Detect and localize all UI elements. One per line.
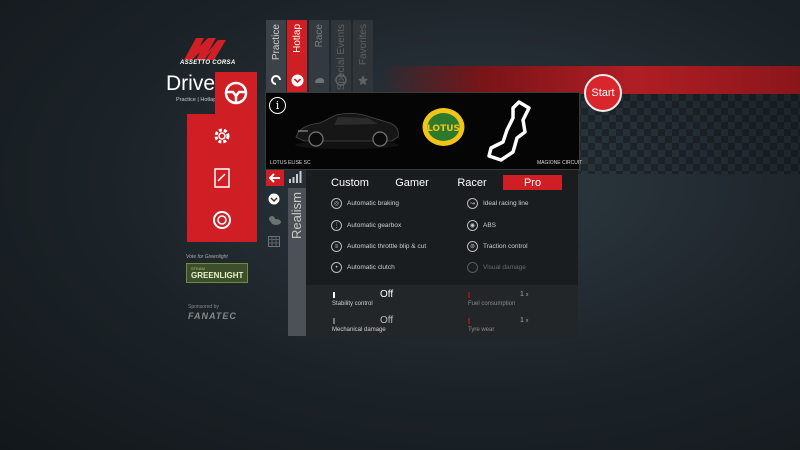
option-automatic-clutch[interactable]: • Automatic clutch <box>331 262 395 273</box>
option-automatic-throttle[interactable]: ≡ Automatic throttle blip & cut <box>331 241 426 252</box>
vote-text: Vote for Greenlight <box>186 254 228 260</box>
stability-slider-handle[interactable] <box>333 292 335 298</box>
brake-icon: ◎ <box>331 198 342 209</box>
info-icon[interactable]: i <box>269 97 286 114</box>
notepad-icon <box>214 168 230 188</box>
drive-steering-button[interactable] <box>215 72 257 114</box>
tab-practice-label: Practice <box>270 24 282 61</box>
stability-value: Off <box>380 289 394 300</box>
traction-icon: ⊜ <box>467 241 478 252</box>
tyre-label: Tyre wear <box>468 327 495 333</box>
preset-custom[interactable]: Custom <box>324 175 376 190</box>
results-button[interactable] <box>187 156 257 200</box>
tab-hotlap-label: Hotlap <box>291 24 303 53</box>
fuel-value: 1 x <box>520 291 528 298</box>
tyre-slider-handle[interactable] <box>468 318 470 324</box>
mechanical-value: Off <box>380 315 394 326</box>
option-automatic-gearbox[interactable]: ⋮ Automatic gearbox <box>331 220 401 231</box>
option-label: Traction control <box>483 243 528 250</box>
car-name: LOTUS ELISE SC <box>270 160 311 166</box>
tyre-value-unit: x <box>525 318 529 324</box>
gear-icon <box>214 128 230 144</box>
calendar-icon[interactable] <box>268 235 280 247</box>
option-label: Automatic gearbox <box>347 222 402 229</box>
stability-label: Stability control <box>332 301 373 307</box>
option-visual-damage[interactable]: ◌ Visual damage <box>467 262 526 273</box>
special-events-icon <box>333 72 349 88</box>
sponsor-logo: FANATEC <box>188 311 237 321</box>
option-label: ABS <box>483 222 497 229</box>
page-title: Drive <box>166 72 216 95</box>
setup-button[interactable] <box>187 114 257 158</box>
car-image[interactable] <box>292 107 402 151</box>
preset-gamer[interactable]: Gamer <box>388 175 436 190</box>
tab-race-label: Race <box>313 24 325 48</box>
target-icon <box>213 211 231 229</box>
option-label: Automatic throttle blip & cut <box>347 243 427 250</box>
start-button[interactable]: Start <box>584 74 622 112</box>
option-label: Automatic braking <box>347 200 400 207</box>
svg-text:LOTUS: LOTUS <box>427 124 460 134</box>
option-automatic-braking[interactable]: ◎ Automatic braking <box>331 198 399 209</box>
lotus-logo: LOTUS <box>422 108 465 146</box>
preset-pro[interactable]: Pro <box>503 175 562 190</box>
chevron-down-icon[interactable] <box>268 193 280 205</box>
fuel-slider-handle[interactable] <box>468 292 470 298</box>
hotlap-chevron-icon <box>289 72 305 88</box>
throttle-icon: ≡ <box>331 241 342 252</box>
preset-racer[interactable]: Racer <box>448 175 496 190</box>
mechanical-label: Mechanical damage <box>332 327 386 333</box>
fuel-value-unit: x <box>525 292 529 298</box>
brand-text: ASSETTO CORSA <box>180 60 236 66</box>
tab-favorites-label: Favorites <box>357 24 369 66</box>
option-label: Ideal racing line <box>483 200 529 207</box>
favorites-icon <box>355 72 371 88</box>
options-button[interactable] <box>187 198 257 242</box>
fuel-value-number: 1 <box>520 291 524 298</box>
back-arrow-icon <box>269 173 280 183</box>
race-helmet-icon <box>311 72 327 88</box>
back-button[interactable] <box>266 170 284 186</box>
track-map[interactable] <box>483 98 535 162</box>
greenlight-label: GREENLIGHT <box>191 271 244 280</box>
mechanical-slider-handle[interactable] <box>333 318 335 324</box>
circuit-name: MAGIONE CIRCUIT <box>537 160 583 166</box>
steering-wheel-icon <box>224 81 248 105</box>
sponsored-label: Sponsored by <box>188 304 219 310</box>
practice-icon <box>268 72 284 88</box>
weather-icon[interactable] <box>267 214 281 226</box>
option-abs[interactable]: ◉ ABS <box>467 220 496 231</box>
fuel-label: Fuel consumption <box>468 301 516 307</box>
gearbox-icon: ⋮ <box>331 220 342 231</box>
tyre-value-number: 1 <box>520 317 524 324</box>
page-subtitle: Practice | Hotlap <box>176 97 217 103</box>
option-ideal-racing-line[interactable]: ↝ Ideal racing line <box>467 198 529 209</box>
tyre-value: 1 x <box>520 317 528 324</box>
option-label: Automatic clutch <box>347 264 395 271</box>
abs-icon: ◉ <box>467 220 478 231</box>
racing-line-icon: ↝ <box>467 198 478 209</box>
signal-icon <box>289 171 302 183</box>
greenlight-button[interactable]: STEAM GREENLIGHT <box>186 263 248 283</box>
clutch-icon: • <box>331 262 342 273</box>
realism-tab[interactable]: Realism <box>288 188 306 336</box>
option-label: Visual damage <box>483 264 526 271</box>
visual-damage-icon: ◌ <box>467 262 478 273</box>
option-traction-control[interactable]: ⊜ Traction control <box>467 241 528 252</box>
realism-label: Realism <box>289 192 304 239</box>
